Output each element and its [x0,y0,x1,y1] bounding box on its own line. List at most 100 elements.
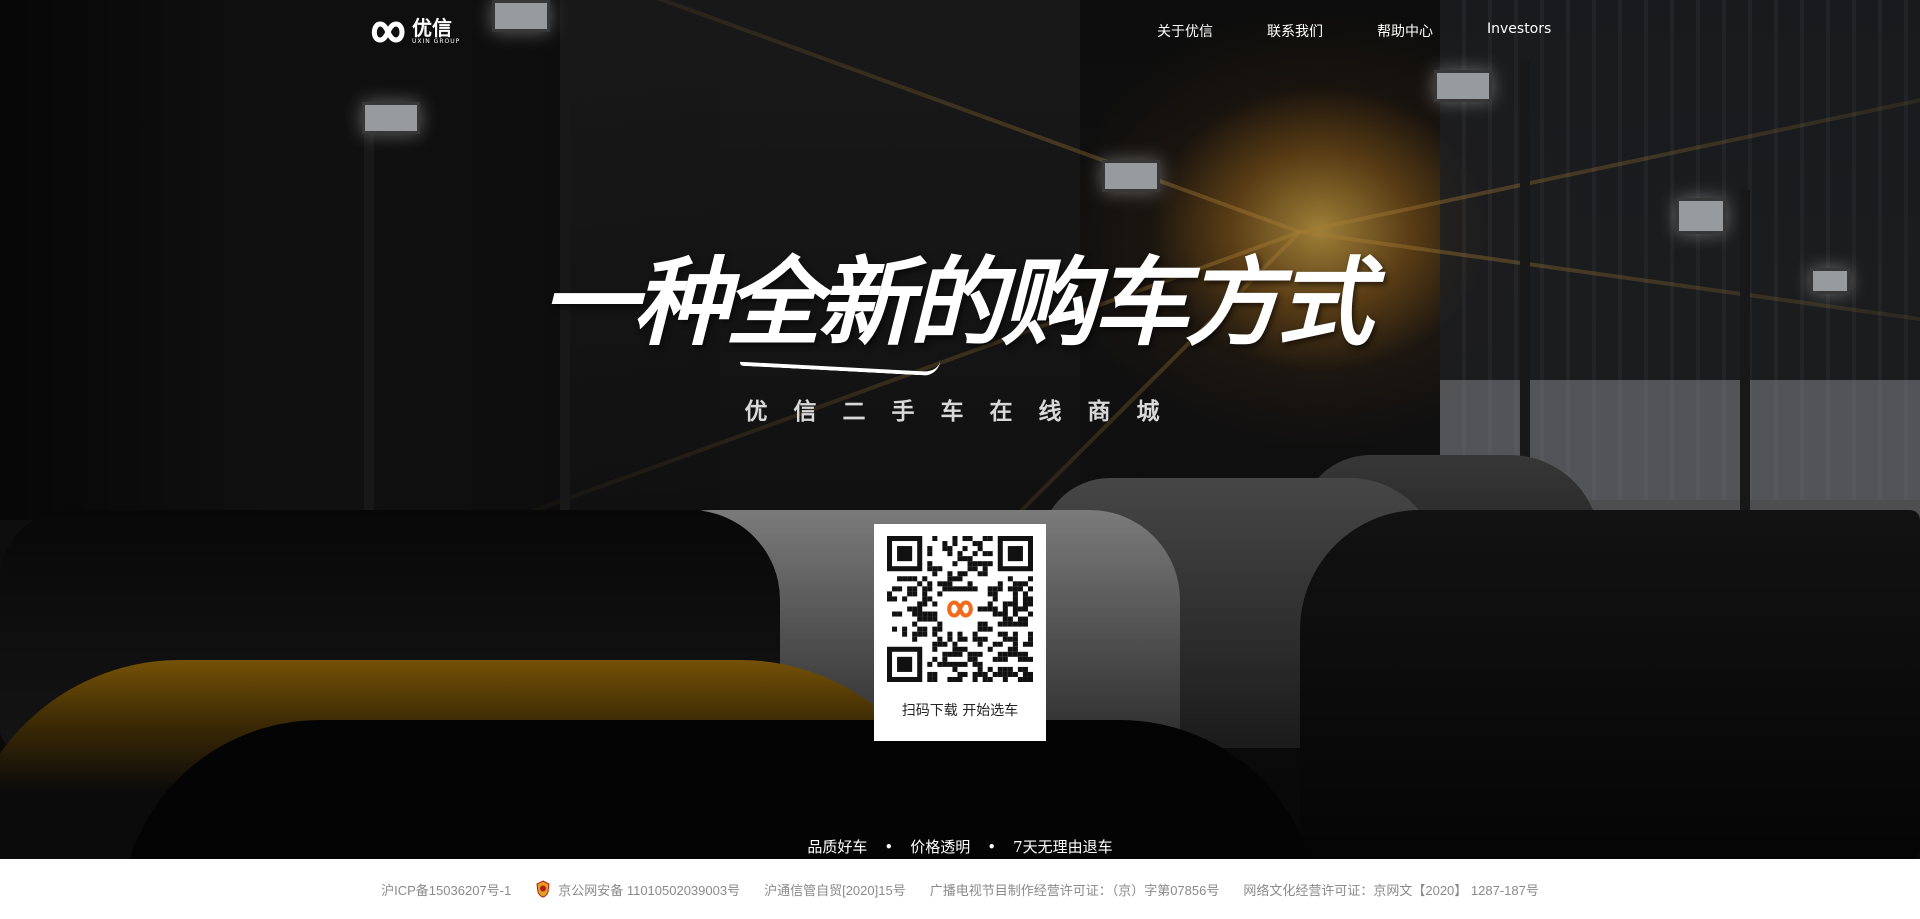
qr-module [1012,651,1018,657]
qr-module [887,596,893,602]
nav-investors[interactable]: Investors [1487,21,1551,41]
qr-module [1027,586,1033,592]
footer-culture[interactable]: 网络文化经营许可证：京网文【2020】 1287-187号 [1243,880,1538,899]
qr-download-card[interactable]: 扫码下载 开始选车 [874,524,1046,741]
qr-module [967,536,973,542]
qr-module [992,586,998,592]
qr-module [1002,606,1008,612]
qr-module [957,571,963,577]
qr-code[interactable] [887,536,1033,682]
footer-icp[interactable]: 沪ICP备15036207号-1 [381,880,511,899]
qr-module [947,576,953,582]
qr-module [1027,576,1033,582]
qr-module [967,566,973,572]
qr-module [962,571,968,577]
nav-contact[interactable]: 联系我们 [1267,21,1323,41]
qr-module [1022,676,1028,682]
qr-module [892,611,898,617]
qr-module [892,586,898,592]
nav-help[interactable]: 帮助中心 [1377,21,1433,41]
qr-module [1002,621,1008,627]
qr-module [937,641,943,647]
qr-module [897,611,903,617]
feature-item: 7天无理由退车 [1013,838,1113,856]
qr-module [942,656,948,662]
qr-module [927,581,933,587]
qr-module [992,611,998,617]
qr-module [932,571,938,577]
qr-module [902,626,908,632]
qr-module [942,651,948,657]
separator-dot: • [884,838,894,856]
qr-module [982,676,988,682]
qr-module [922,616,928,622]
qr-finder [897,656,913,672]
qr-module [942,586,948,592]
qr-module [947,636,953,642]
qr-module [952,641,958,647]
qr-module [982,571,988,577]
qr-module [917,631,923,637]
qr-module [1027,636,1033,642]
qr-module [952,661,958,667]
qr-module [982,566,988,572]
qr-module [1027,601,1033,607]
qr-module [947,661,953,667]
qr-module [972,566,978,572]
nav-about[interactable]: 关于优信 [1157,21,1213,41]
qr-module [952,576,958,582]
qr-module [982,626,988,632]
qr-module [1022,591,1028,597]
qr-module [932,566,938,572]
qr-module [1022,671,1028,677]
qr-module [952,586,958,592]
logo[interactable]: 优信 UXIN GROUP [370,18,460,45]
hero-slogan: 一种全新的购车方式 [541,246,1373,359]
qr-module [997,651,1003,657]
qr-module [987,676,993,682]
qr-module [982,671,988,677]
qr-module [932,656,938,662]
feature-item: 品质好车 [807,838,868,856]
qr-module [932,671,938,677]
qr-module [957,661,963,667]
qr-module [997,656,1003,662]
qr-module [932,611,938,617]
qr-module [1002,676,1008,682]
qr-module [977,626,983,632]
qr-module [927,676,933,682]
qr-module [957,556,963,562]
qr-module [1012,581,1018,587]
qr-module [977,606,983,612]
qr-module [972,656,978,662]
qr-module [887,591,893,597]
uxin-infinity-logo-icon [371,21,405,43]
qr-module [1027,631,1033,637]
hero-banner: 优信 UXIN GROUP 关于优信 联系我们 帮助中心 Investors 一… [0,0,1920,859]
footer-telecom[interactable]: 沪通信管自贸[2020]15号 [764,880,906,899]
qr-module [1007,666,1013,672]
qr-module [962,661,968,667]
qr-module [1007,576,1013,582]
qr-module [957,576,963,582]
qr-module [927,671,933,677]
qr-finder [897,546,913,562]
qr-module [1017,586,1023,592]
qr-module [897,576,903,582]
qr-module [952,676,958,682]
qr-module [1007,671,1013,677]
footer-police-record[interactable]: 京公网安备 11010502039003号 [535,880,740,899]
footer-broadcast[interactable]: 广播电视节目制作经营许可证：（京）字第07856号 [930,880,1220,899]
qr-module [1002,666,1008,672]
qr-module [982,636,988,642]
qr-module [937,581,943,587]
qr-module [967,586,973,592]
hero-subtitle: 优信二手车在线商城 [744,398,1186,425]
qr-module [947,551,953,557]
qr-module [987,601,993,607]
qr-module [972,671,978,677]
qr-module [932,646,938,652]
qr-module [1022,606,1028,612]
qr-module [917,606,923,612]
qr-module [1017,606,1023,612]
